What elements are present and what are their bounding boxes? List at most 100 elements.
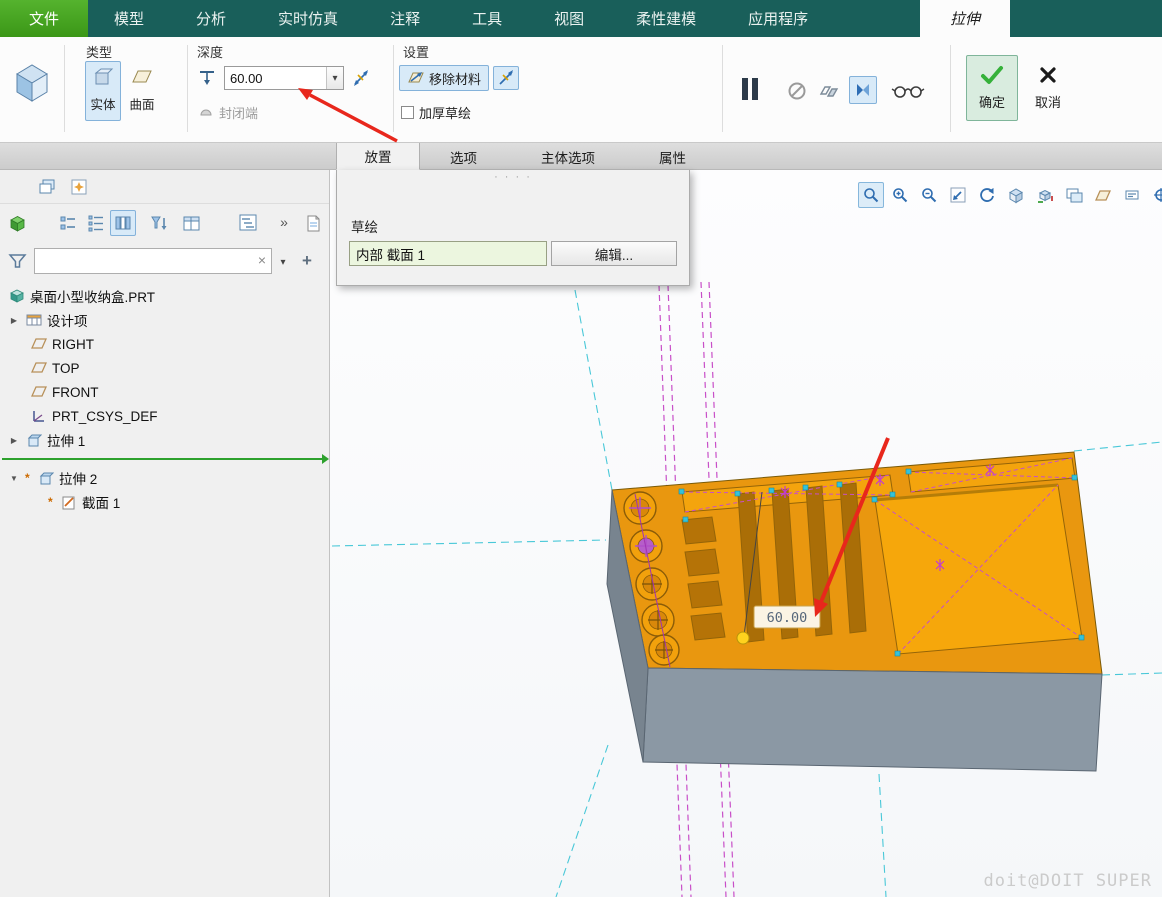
zoom-region-icon[interactable]	[858, 182, 884, 208]
detail-view-icon[interactable]	[86, 214, 106, 232]
favorites-box-icon[interactable]	[68, 177, 90, 197]
tree-columns-icon[interactable]	[180, 213, 202, 233]
tree-search-input[interactable]	[35, 249, 271, 273]
no-preview-icon[interactable]	[785, 79, 809, 103]
menu-tab-live-sim[interactable]: 实时仿真	[252, 0, 364, 37]
list-view-icon[interactable]	[58, 214, 78, 232]
tree-settings-doc-icon[interactable]	[302, 212, 324, 234]
dimension-value[interactable]: 60.00	[767, 610, 808, 626]
thicken-sketch-option[interactable]: 加厚草绘	[401, 103, 471, 122]
panel-drag-handle[interactable]: · · · ·	[337, 172, 689, 182]
display-style-icon[interactable]	[1003, 182, 1029, 208]
surface-button[interactable]: 曲面	[124, 61, 160, 121]
feature-preview-toggle-icon[interactable]	[849, 76, 877, 104]
ribbon-separator	[187, 45, 188, 132]
flip-material-side-icon[interactable]	[493, 66, 519, 90]
tree-item-label: 设计项	[47, 310, 88, 330]
ok-label: 确定	[979, 92, 1005, 111]
chevron-more-icon[interactable]: »	[276, 211, 292, 233]
tree-filters-icon[interactable]	[236, 212, 260, 234]
solid-button[interactable]: 实体	[85, 61, 121, 121]
cancel-label: 取消	[1035, 92, 1061, 111]
menu-tab-annotate[interactable]: 注释	[364, 0, 446, 37]
tree-item-front-plane[interactable]: FRONT	[0, 380, 329, 404]
thicken-sketch-label: 加厚草绘	[419, 103, 471, 122]
expander-icon[interactable]: ▼	[8, 474, 20, 483]
extrude-feature-icon	[6, 53, 58, 111]
tree-item-right-plane[interactable]: RIGHT	[0, 332, 329, 356]
capped-ends-option: 封闭端	[198, 103, 258, 122]
menu-tab-flex-modeling[interactable]: 柔性建模	[610, 0, 722, 37]
watermark-text: doit@DOIT SUPER	[983, 871, 1152, 891]
edit-sketch-button[interactable]: 编辑...	[551, 241, 677, 266]
tree-item-label: 截面 1	[82, 492, 120, 512]
unattached-preview-icon[interactable]	[817, 79, 841, 103]
drag-handle-dot[interactable]	[737, 632, 749, 644]
repaint-icon[interactable]	[974, 182, 1000, 208]
menu-tab-analysis[interactable]: 分析	[170, 0, 252, 37]
insert-locator[interactable]	[0, 452, 329, 466]
model-tree-icon[interactable]	[6, 213, 28, 233]
zoom-in-icon[interactable]	[887, 182, 913, 208]
clear-search-icon[interactable]: ×	[258, 252, 266, 268]
expander-icon[interactable]: ▶	[8, 436, 20, 445]
menu-tab-extrude-active[interactable]: 拉伸	[920, 0, 1010, 37]
dashboard-tabstrip: 放置 选项 主体选项 属性	[0, 143, 1162, 170]
view-manager-icon[interactable]	[1061, 182, 1087, 208]
tab-placement[interactable]: 放置	[336, 143, 420, 170]
cascade-windows-icon[interactable]	[36, 177, 58, 197]
tree-item-design-items[interactable]: ▶ 设计项	[0, 308, 329, 332]
tree-item-section-1[interactable]: * 截面 1	[0, 490, 329, 514]
tree-item-csys[interactable]: PRT_CSYS_DEF	[0, 404, 329, 428]
menu-tab-view[interactable]: 视图	[528, 0, 610, 37]
menu-tab-model[interactable]: 模型	[88, 0, 170, 37]
tree-item-extrude-1[interactable]: ▶ 拉伸 1	[0, 428, 329, 452]
annotation-display-icon[interactable]	[1119, 182, 1145, 208]
saved-orientations-icon[interactable]	[1032, 182, 1058, 208]
depth-value-input[interactable]	[225, 71, 326, 86]
sort-filter-icon[interactable]	[148, 213, 170, 233]
model-3d-box[interactable]	[607, 452, 1102, 771]
tree-item-extrude-2[interactable]: ▼ * 拉伸 2	[0, 466, 329, 490]
depth-type-icon[interactable]	[194, 66, 220, 90]
tree-item-label: 拉伸 2	[59, 468, 97, 488]
spin-center-icon[interactable]	[1148, 182, 1162, 208]
menu-tab-applications[interactable]: 应用程序	[722, 0, 834, 37]
regenerate-marker-icon: *	[25, 474, 32, 482]
tree-search-box: ×	[34, 248, 272, 274]
ok-check-icon	[980, 65, 1004, 88]
zoom-out-icon[interactable]	[916, 182, 942, 208]
pause-button[interactable]	[737, 75, 763, 103]
sketch-label: 草绘	[351, 216, 378, 236]
refit-icon[interactable]	[945, 182, 971, 208]
menubar-filler	[1010, 0, 1162, 37]
glasses-preview-icon[interactable]	[890, 81, 926, 101]
graphics-toolbar	[858, 182, 1162, 208]
ok-button[interactable]: 确定	[966, 55, 1018, 121]
flip-depth-direction-icon[interactable]	[348, 66, 374, 90]
add-filter-icon[interactable]: +	[298, 250, 316, 272]
tree-root-part[interactable]: 桌面小型收纳盒.PRT	[0, 284, 329, 308]
sketch-icon	[60, 494, 77, 511]
menu-file[interactable]: 文件	[0, 0, 88, 37]
navigator-toolbar	[0, 170, 329, 204]
datum-display-icon[interactable]	[1090, 182, 1116, 208]
depth-combo: ▾	[224, 66, 344, 90]
expander-icon[interactable]: ▶	[8, 316, 20, 325]
ribbon-separator	[64, 45, 65, 132]
sketch-section-field[interactable]	[349, 241, 547, 266]
depth-dropdown-caret-icon[interactable]: ▾	[326, 67, 343, 89]
thicken-sketch-checkbox[interactable]	[401, 106, 414, 119]
tab-properties[interactable]: 属性	[630, 143, 715, 170]
cancel-button[interactable]: 取消	[1024, 55, 1072, 121]
model-tree-toolbar: »	[0, 204, 329, 242]
tab-options[interactable]: 选项	[421, 143, 506, 170]
tree-item-top-plane[interactable]: TOP	[0, 356, 329, 380]
datum-plane-icon	[30, 384, 47, 401]
columns-display-icon[interactable]	[110, 210, 136, 236]
search-dropdown-caret-icon[interactable]: ▾	[276, 255, 290, 269]
remove-material-button[interactable]: 移除材料	[399, 65, 489, 91]
filter-funnel-icon[interactable]	[6, 251, 28, 271]
tab-body-options[interactable]: 主体选项	[506, 143, 630, 170]
menu-tab-tools[interactable]: 工具	[446, 0, 528, 37]
